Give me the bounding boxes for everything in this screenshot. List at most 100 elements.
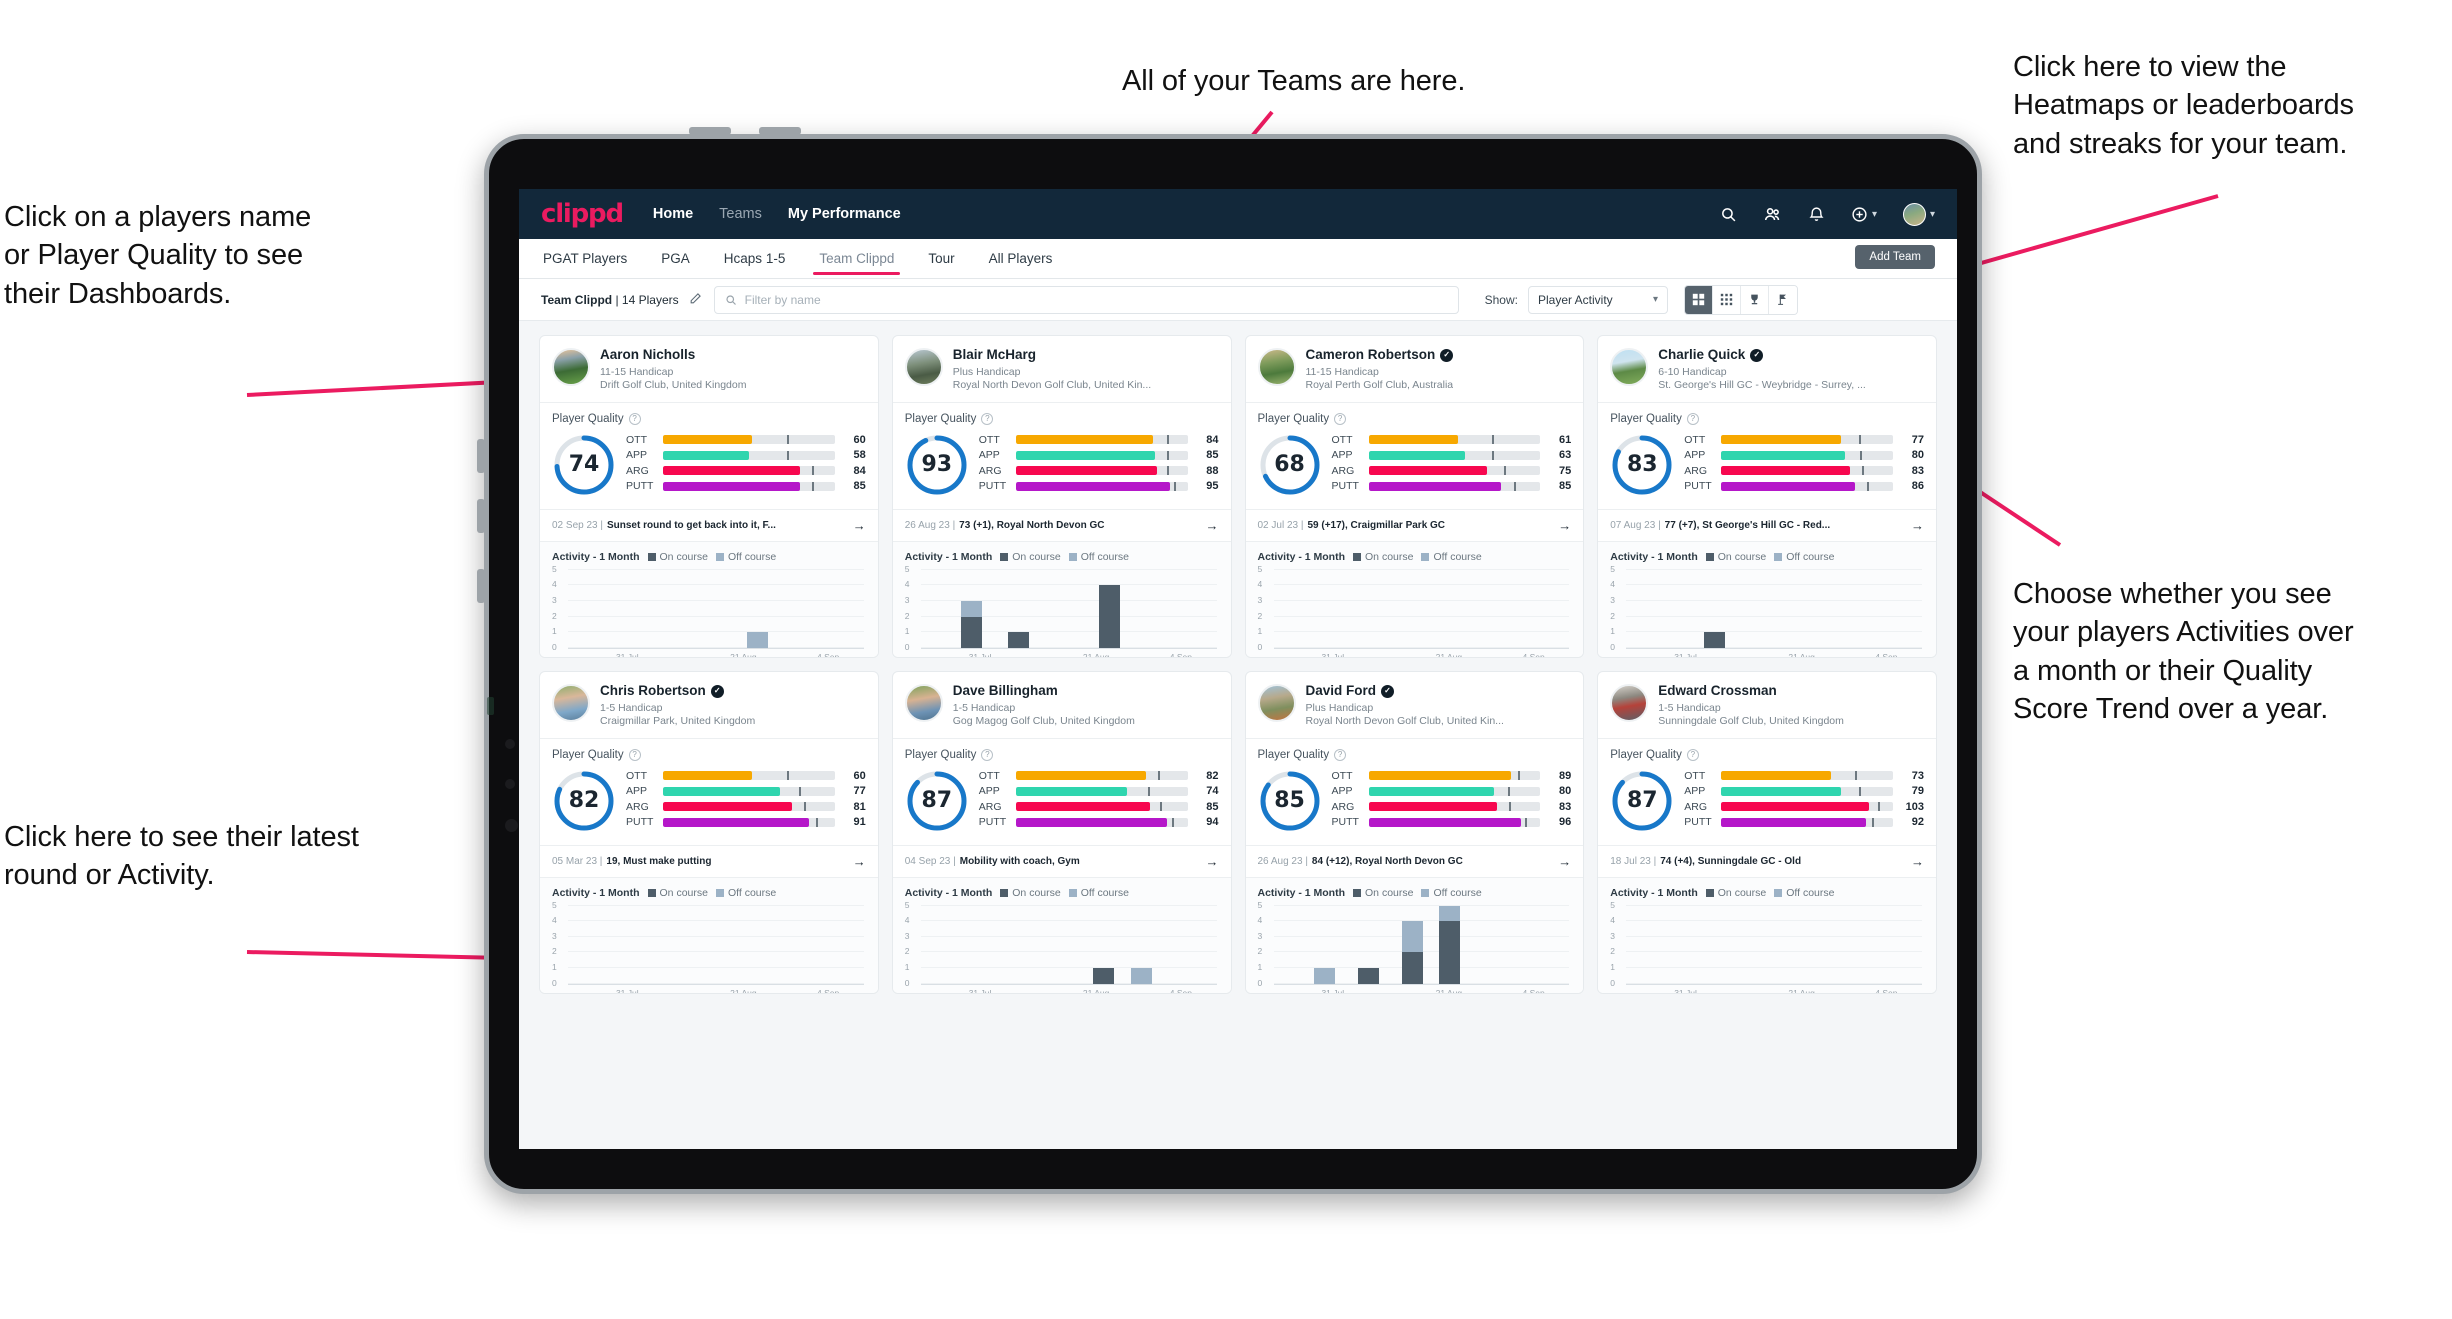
show-select[interactable]: Player Activity ▾ <box>1527 285 1668 314</box>
arrow-right-icon[interactable]: → <box>1206 854 1219 869</box>
help-icon[interactable]: ? <box>981 748 994 761</box>
activity-chart: 5 4 3 2 1 0 31 Jul 21 Aug 4 Sep <box>1258 564 1572 657</box>
card-header[interactable]: Charlie Quick ✓ 6-10 Handicap St. George… <box>1598 336 1936 402</box>
card-header[interactable]: Dave Billingham 1-5 Handicap Gog Magog G… <box>893 672 1231 738</box>
player-name[interactable]: Edward Crossman <box>1658 683 1844 699</box>
card-header[interactable]: Chris Robertson ✓ 1-5 Handicap Craigmill… <box>540 672 878 738</box>
player-quality-section[interactable]: Player Quality ? 93 OTT 84 APP 85 ARG 88… <box>892 401 1231 509</box>
player-card[interactable]: Cameron Robertson ✓ 11-15 Handicap Royal… <box>1244 335 1585 658</box>
player-quality-section[interactable]: Player Quality ? 85 OTT 89 APP 80 ARG 83… <box>1245 737 1584 845</box>
quality-score: 87 <box>921 788 953 814</box>
player-quality-section[interactable]: Player Quality ? 87 OTT 73 APP 79 ARG 10… <box>1598 737 1936 845</box>
flag-view-icon[interactable] <box>1768 285 1797 314</box>
add-team-button[interactable]: Add Team <box>1855 245 1935 269</box>
search-icon[interactable] <box>1720 206 1737 223</box>
activity-title: Activity - 1 Month <box>552 886 640 899</box>
activity-chart: 5 4 3 2 1 0 31 Jul 21 Aug 4 Sep <box>1610 900 1924 993</box>
help-icon[interactable]: ? <box>628 412 641 425</box>
metric-label-app: APP <box>978 785 1000 798</box>
tab-pgat-players[interactable]: PGAT Players <box>541 242 629 275</box>
arrow-right-icon[interactable]: → <box>853 518 866 533</box>
player-quality-section[interactable]: Player Quality ? 83 OTT 77 APP 80 ARG 83… <box>1598 401 1936 509</box>
bell-icon[interactable] <box>1808 206 1825 223</box>
activity-bar <box>1439 905 1461 984</box>
help-icon[interactable]: ? <box>1686 748 1699 761</box>
side-button-3 <box>477 569 485 603</box>
help-icon[interactable]: ? <box>1334 748 1347 761</box>
player-card[interactable]: Edward Crossman 1-5 Handicap Sunningdale… <box>1597 670 1937 994</box>
x-tick: 21 Aug <box>1788 651 1815 658</box>
card-header[interactable]: Blair McHarg Plus Handicap Royal North D… <box>893 336 1231 402</box>
nav-link-my-performance[interactable]: My Performance <box>788 206 901 222</box>
help-icon[interactable]: ? <box>628 748 641 761</box>
nav-link-home[interactable]: Home <box>653 206 693 222</box>
latest-activity-row[interactable]: 05 Mar 23 | 19, Must make putting → <box>540 844 878 877</box>
player-name[interactable]: Aaron Nicholls <box>600 347 746 363</box>
legend-on-course: On course <box>1000 551 1061 563</box>
latest-activity-row[interactable]: 02 Jul 23 | 59 (+17), Craigmillar Park G… <box>1245 508 1584 541</box>
arrow-right-icon[interactable]: → <box>1206 518 1219 533</box>
trophy-view-icon[interactable] <box>1740 285 1769 314</box>
player-name[interactable]: David Ford ✓ <box>1306 683 1504 699</box>
player-card[interactable]: David Ford ✓ Plus Handicap Royal North D… <box>1244 670 1585 994</box>
player-card[interactable]: Blair McHarg Plus Handicap Royal North D… <box>891 335 1232 658</box>
metric-row: APP 74 <box>979 785 1219 797</box>
card-header[interactable]: Cameron Robertson ✓ 11-15 Handicap Royal… <box>1246 336 1584 402</box>
grid-view-icon[interactable] <box>1684 285 1713 314</box>
player-quality-section[interactable]: Player Quality ? 87 OTT 82 APP 74 ARG 85… <box>892 737 1231 845</box>
player-name[interactable]: Dave Billingham <box>953 683 1135 699</box>
tab-team-clippd[interactable]: Team Clippd <box>813 242 901 275</box>
player-club: Sunningdale Golf Club, United Kingdom <box>1658 714 1844 727</box>
chevron-down-icon-avatar: ▾ <box>1929 208 1935 220</box>
player-quality-section[interactable]: Player Quality ? 82 OTT 60 APP 77 ARG 81… <box>540 737 878 845</box>
arrow-right-icon[interactable]: → <box>853 854 866 869</box>
player-card[interactable]: Chris Robertson ✓ 1-5 Handicap Craigmill… <box>539 670 879 994</box>
tab-pga[interactable]: PGA <box>659 242 692 275</box>
latest-activity-row[interactable]: 02 Sep 23 | Sunset round to get back int… <box>540 508 878 541</box>
latest-activity-row[interactable]: 26 Aug 23 | 73 (+1), Royal North Devon G… <box>892 508 1231 541</box>
player-card[interactable]: Charlie Quick ✓ 6-10 Handicap St. George… <box>1597 335 1937 658</box>
metric-label-ott: OTT <box>1684 769 1706 782</box>
arrow-right-icon[interactable]: → <box>1911 854 1924 869</box>
metric-bars: OTT 60 APP 77 ARG 81 PUTT 91 <box>626 770 866 832</box>
player-card[interactable]: Dave Billingham 1-5 Handicap Gog Magog G… <box>891 670 1232 994</box>
dense-grid-view-icon[interactable] <box>1712 285 1741 314</box>
avatar[interactable]: ▾ <box>1902 202 1935 226</box>
tab-tour[interactable]: Tour <box>926 242 956 275</box>
tab-all-players[interactable]: All Players <box>987 242 1055 275</box>
tab-hcaps-1-5[interactable]: Hcaps 1-5 <box>722 242 788 275</box>
latest-activity-row[interactable]: 07 Aug 23 | 77 (+7), St George's Hill GC… <box>1598 508 1936 541</box>
arrow-right-icon[interactable]: → <box>1558 854 1571 869</box>
player-name[interactable]: Blair McHarg <box>953 347 1151 363</box>
player-name[interactable]: Charlie Quick ✓ <box>1658 347 1866 363</box>
metric-value-putt: 95 <box>1206 480 1219 493</box>
player-name[interactable]: Cameron Robertson ✓ <box>1306 347 1454 363</box>
player-quality-section[interactable]: Player Quality ? 74 OTT 60 APP 58 ARG 84… <box>540 401 878 509</box>
arrow-right-icon[interactable]: → <box>1558 518 1571 533</box>
arrow-right-icon[interactable]: → <box>1911 518 1924 533</box>
activity-title: Activity - 1 Month <box>904 886 993 899</box>
metric-label-ott: OTT <box>626 769 647 782</box>
help-icon[interactable]: ? <box>1686 412 1699 425</box>
edit-pencil-icon[interactable] <box>689 292 702 308</box>
card-header[interactable]: Aaron Nicholls 11-15 Handicap Drift Golf… <box>540 336 878 402</box>
latest-activity-row[interactable]: 26 Aug 23 | 84 (+12), Royal North Devon … <box>1245 844 1584 877</box>
metric-value-ott: 60 <box>853 433 866 446</box>
player-quality-section[interactable]: Player Quality ? 68 OTT 61 APP 63 ARG 75… <box>1245 401 1584 509</box>
latest-activity-row[interactable]: 18 Jul 23 | 74 (+4), Sunningdale GC - Ol… <box>1598 844 1936 877</box>
metric-bar-track <box>1721 786 1893 796</box>
latest-activity-row[interactable]: 04 Sep 23 | Mobility with coach, Gym → <box>892 844 1231 877</box>
plus-circle-icon[interactable]: ▾ <box>1851 206 1877 223</box>
player-card[interactable]: Aaron Nicholls 11-15 Handicap Drift Golf… <box>539 335 879 658</box>
player-name[interactable]: Chris Robertson ✓ <box>600 683 755 699</box>
player-quality-label: Player Quality ? <box>1258 748 1572 761</box>
help-icon[interactable]: ? <box>1334 412 1347 425</box>
nav-link-teams[interactable]: Teams <box>719 206 762 222</box>
search-input[interactable]: Filter by name <box>713 285 1459 314</box>
people-icon[interactable] <box>1763 205 1782 224</box>
clippd-logo[interactable]: clippd <box>541 199 624 229</box>
metric-bar-track <box>663 786 835 796</box>
card-header[interactable]: David Ford ✓ Plus Handicap Royal North D… <box>1246 672 1584 738</box>
help-icon[interactable]: ? <box>981 412 994 425</box>
card-header[interactable]: Edward Crossman 1-5 Handicap Sunningdale… <box>1598 672 1936 738</box>
